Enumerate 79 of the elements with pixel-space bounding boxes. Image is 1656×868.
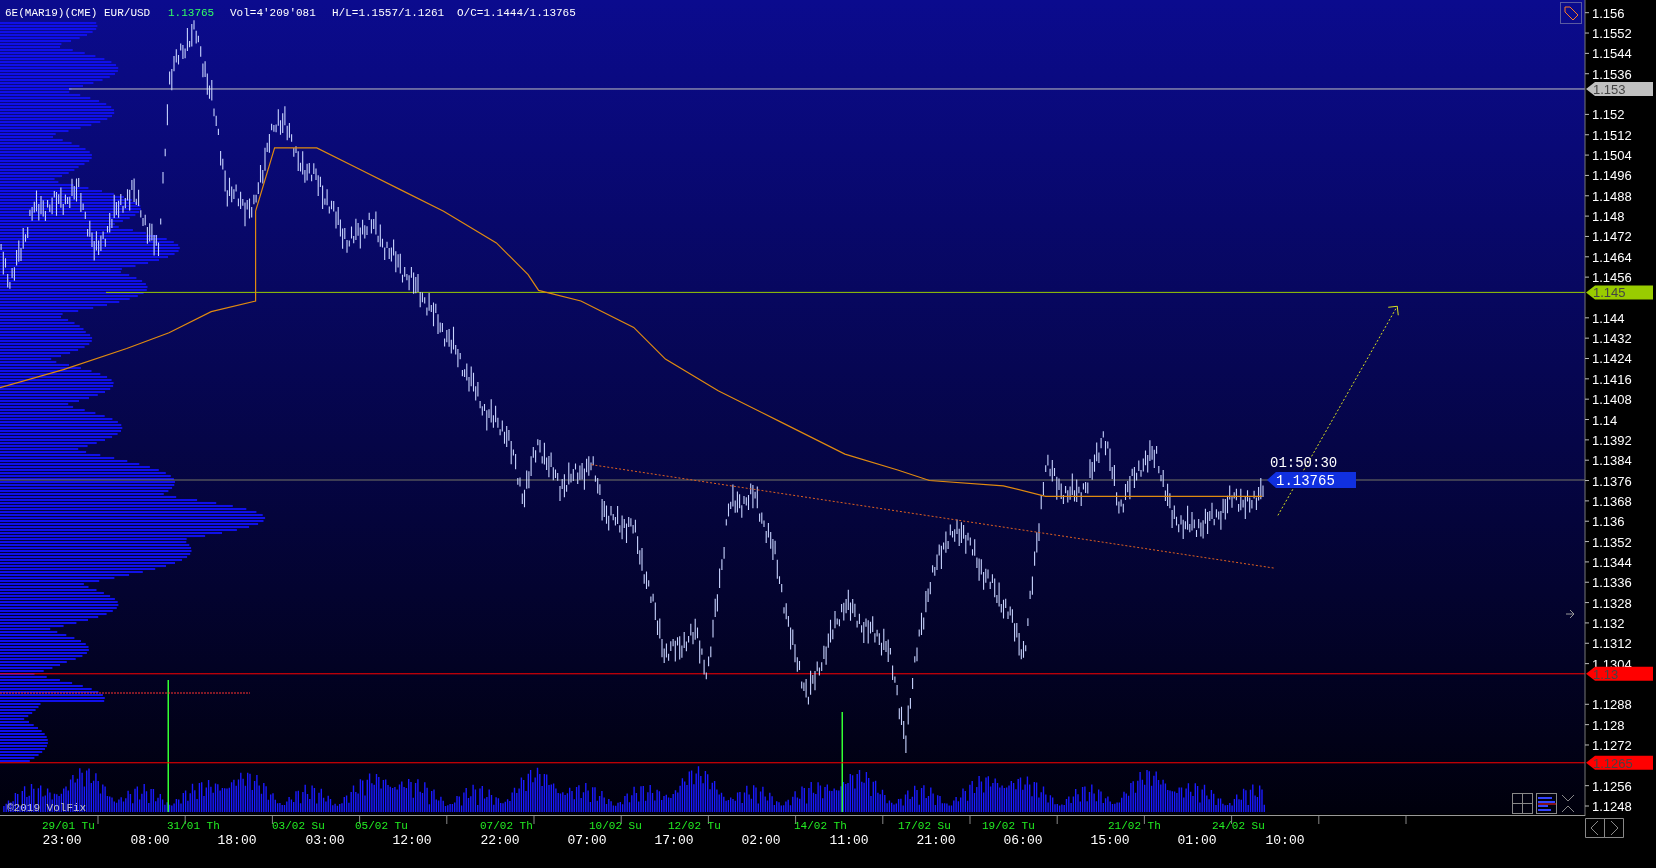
time-label: 23:00 <box>42 833 82 848</box>
symbol-label: 6E(MAR19)(CME) EUR/USD <box>5 7 151 19</box>
price-label: 1.156 <box>1592 5 1625 21</box>
level-tag: 1.1265 <box>1586 755 1653 771</box>
time-label: 15:00 <box>1090 833 1130 848</box>
price-label: 1.1552 <box>1592 26 1632 42</box>
date-label: 19/02 Tu <box>982 820 1035 832</box>
price-label: 1.1488 <box>1592 188 1632 204</box>
last-price: 1.13765 <box>168 7 215 19</box>
price-label: 1.132 <box>1592 615 1625 631</box>
date-label: 21/02 Th <box>1108 820 1161 832</box>
price-label: 1.1352 <box>1592 534 1632 550</box>
price-label: 1.1312 <box>1592 636 1632 652</box>
price-label: 1.1416 <box>1592 371 1632 387</box>
time-label: 01:00 <box>1177 833 1217 848</box>
price-label: 1.1496 <box>1592 168 1632 184</box>
time-label: 02:00 <box>741 833 781 848</box>
time-label: 18:00 <box>217 833 257 848</box>
level-tag: 1.145 <box>1586 285 1653 301</box>
price-label: 1.128 <box>1592 717 1625 733</box>
open-close-label: O/C=1.1444/1.13765 <box>457 7 576 19</box>
price-label: 1.1512 <box>1592 127 1632 143</box>
time-label: 10:00 <box>1265 833 1305 848</box>
price-label: 1.1424 <box>1592 351 1632 367</box>
volume-profile-icon[interactable] <box>1536 793 1557 814</box>
tag-tool-icon[interactable] <box>1560 2 1582 24</box>
price-label: 1.144 <box>1592 310 1625 326</box>
time-label: 07:00 <box>567 833 607 848</box>
countdown-label: 01:50:30 <box>1270 455 1338 471</box>
price-label: 1.1336 <box>1592 575 1632 591</box>
date-label: 17/02 Su <box>898 820 951 832</box>
price-label: 1.1256 <box>1592 778 1632 794</box>
time-label: 11:00 <box>829 833 869 848</box>
price-label: 1.1344 <box>1592 554 1632 570</box>
price-label: 1.14 <box>1592 412 1618 428</box>
time-label: 12:00 <box>392 833 432 848</box>
date-label: 10/02 Su <box>589 820 642 832</box>
time-label: 21:00 <box>916 833 956 848</box>
layout-grid-icon[interactable] <box>1512 793 1533 814</box>
price-label: 1.152 <box>1592 107 1625 123</box>
price-label: 1.1392 <box>1592 432 1632 448</box>
date-label: 14/02 Th <box>794 820 847 832</box>
time-label: 22:00 <box>480 833 520 848</box>
date-label: 24/02 Su <box>1212 820 1265 832</box>
current-price-tag: 1.13765 <box>1267 472 1356 489</box>
date-label: 31/01 Th <box>167 820 220 832</box>
scroll-right-button[interactable] <box>1604 818 1624 838</box>
price-label: 1.1272 <box>1592 738 1632 753</box>
price-label: 1.1408 <box>1592 392 1632 408</box>
price-label: 1.148 <box>1592 209 1625 225</box>
price-label: 1.1456 <box>1592 270 1632 286</box>
date-label: 29/01 Tu <box>42 820 95 832</box>
date-label: 05/02 Tu <box>355 820 408 832</box>
price-label: 1.1472 <box>1592 229 1632 245</box>
price-label: 1.1544 <box>1592 46 1632 62</box>
date-label: 12/02 Tu <box>668 820 721 832</box>
time-label: 17:00 <box>654 833 694 848</box>
date-label: 07/02 Th <box>480 820 533 832</box>
high-low-label: H/L=1.1557/1.1261 <box>332 7 445 19</box>
date-label: 03/02 Su <box>272 820 325 832</box>
price-label: 1.1376 <box>1592 473 1632 489</box>
scroll-left-button[interactable] <box>1585 818 1605 838</box>
price-label: 1.1328 <box>1592 595 1632 611</box>
price-label: 1.1432 <box>1592 331 1632 347</box>
time-label: 06:00 <box>1003 833 1043 848</box>
price-label: 1.1368 <box>1592 493 1632 509</box>
volume-label: Vol=4'209'081 <box>230 7 316 19</box>
price-label: 1.1288 <box>1592 697 1632 713</box>
price-label: 1.1504 <box>1592 148 1632 164</box>
time-label: 03:00 <box>305 833 345 848</box>
price-label: 1.1248 <box>1592 799 1632 814</box>
time-label: 08:00 <box>130 833 170 848</box>
price-label: 1.1464 <box>1592 249 1632 265</box>
price-label: 1.136 <box>1592 514 1625 530</box>
price-label: 1.1384 <box>1592 453 1632 469</box>
scroll-arrow-icon[interactable] <box>1565 609 1575 619</box>
level-tag: 1.153 <box>1586 82 1653 97</box>
expand-icon[interactable] <box>1561 794 1575 813</box>
price-label: 1.1536 <box>1592 66 1632 82</box>
